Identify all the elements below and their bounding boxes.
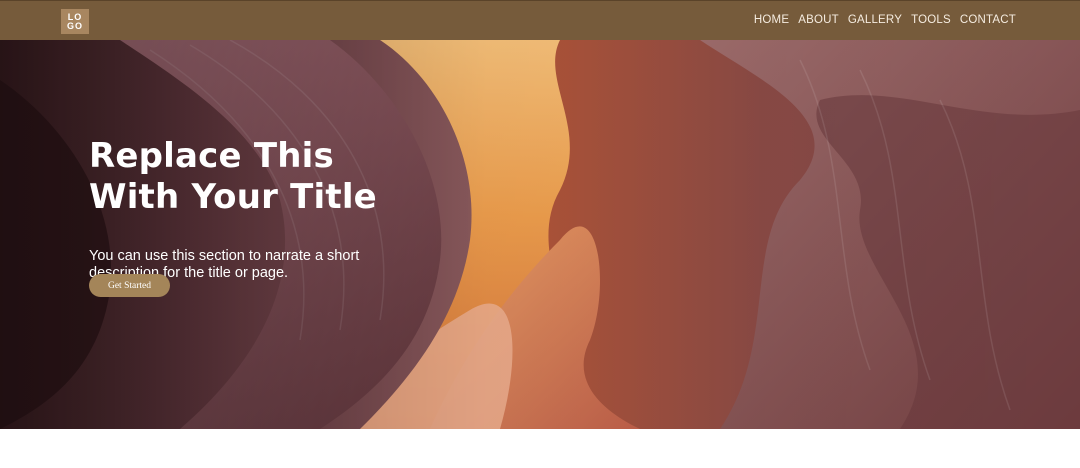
get-started-button[interactable]: Get Started bbox=[89, 274, 170, 297]
main-nav: HOME ABOUT GALLERY TOOLS CONTACT bbox=[754, 14, 1016, 26]
logo[interactable]: LO GO bbox=[61, 9, 89, 34]
logo-text-line2: GO bbox=[66, 20, 83, 31]
site-header: LO GO HOME ABOUT GALLERY TOOLS CONTACT bbox=[0, 0, 1080, 40]
nav-gallery[interactable]: GALLERY bbox=[848, 14, 902, 26]
hero-title: Replace This With Your Title bbox=[89, 136, 377, 217]
hero-section: Replace This With Your Title You can use… bbox=[0, 40, 1080, 429]
nav-contact[interactable]: CONTACT bbox=[960, 14, 1016, 26]
hero-background-image bbox=[0, 40, 1080, 429]
nav-tools[interactable]: TOOLS bbox=[911, 14, 951, 26]
nav-about[interactable]: ABOUT bbox=[798, 14, 839, 26]
nav-home[interactable]: HOME bbox=[754, 14, 789, 26]
